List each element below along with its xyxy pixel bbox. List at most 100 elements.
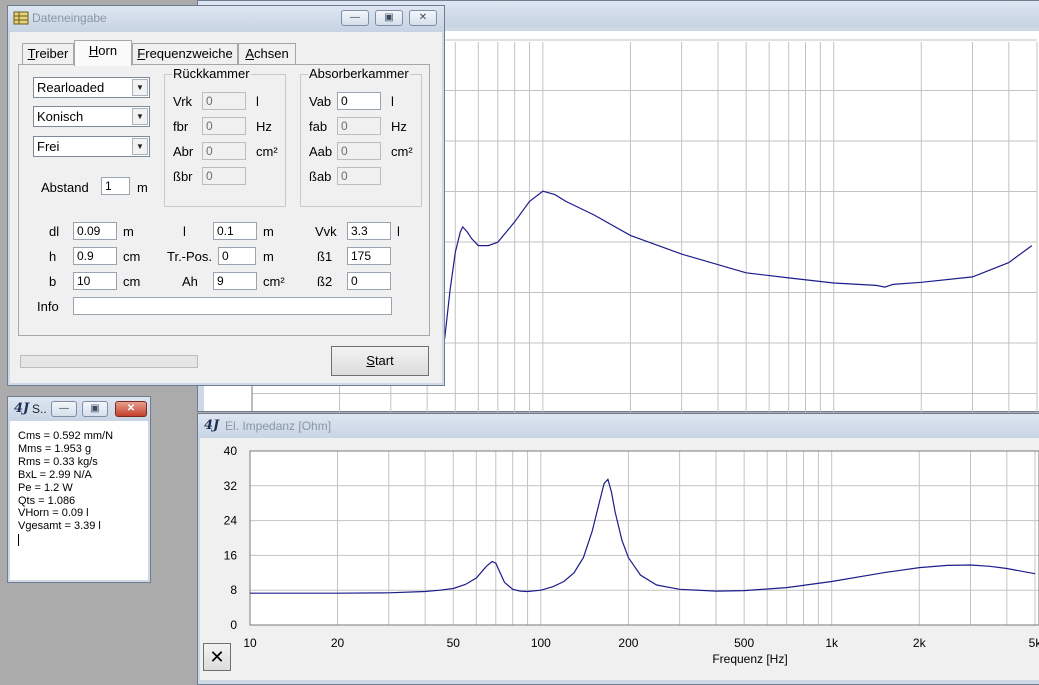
h-label: h <box>49 249 57 264</box>
plot-background <box>250 451 1039 625</box>
info-input[interactable] <box>73 297 392 315</box>
ah-unit: cm² <box>263 274 285 289</box>
x-tick-label: 1k <box>825 636 839 650</box>
h-input[interactable]: 0.9 <box>73 247 117 265</box>
l-label: l <box>183 224 186 239</box>
horn-shape-select[interactable]: Konisch ▼ <box>33 106 150 127</box>
aab-input[interactable]: 0 <box>337 142 381 160</box>
minimize-icon: — <box>59 403 69 414</box>
y-tick-label: 24 <box>224 514 238 528</box>
y-tick-label: 16 <box>224 548 238 562</box>
dl-label: dl <box>49 224 60 239</box>
trpos-input[interactable]: 0 <box>218 247 256 265</box>
x-tick-label: 20 <box>331 636 345 650</box>
x-tick-label: 200 <box>618 636 638 650</box>
vab-unit: l <box>391 94 394 109</box>
group-title: Absorberkammer <box>308 66 410 81</box>
vrk-label: Vrk <box>173 94 193 109</box>
start-button[interactable]: Start <box>331 346 429 376</box>
vab-label: Vab <box>309 94 332 109</box>
info-label: Info <box>37 299 59 314</box>
bab-input[interactable]: 0 <box>337 167 381 185</box>
info-line: Pe = 1.2 W <box>18 481 73 494</box>
dl-input[interactable]: 0.09 <box>73 222 117 240</box>
x-tick-label: 2k <box>913 636 927 650</box>
fab-label: fab <box>309 119 328 134</box>
tab-label: requenzweiche <box>145 46 233 61</box>
l-unit: m <box>263 224 274 239</box>
b-unit: cm <box>123 274 141 289</box>
tab-frequenzweiche[interactable]: Frequenzweiche <box>132 43 238 65</box>
l-input[interactable]: 0.1 <box>213 222 257 240</box>
minimize-button[interactable]: — <box>341 10 369 26</box>
text-cursor[interactable] <box>18 534 19 547</box>
dialog-client: Treiber Horn Frequenzweiche Achsen Rearl… <box>10 32 442 383</box>
y-tick-label: 0 <box>230 618 237 632</box>
ah-input[interactable]: 9 <box>213 272 257 290</box>
tab-treiber[interactable]: Treiber <box>22 43 74 65</box>
fbr-label: fbr <box>173 119 189 134</box>
info-line: Rms = 0.33 kg/s <box>18 455 98 468</box>
dateneingabe-dialog: Dateneingabe — ▣ ✕ Treiber Horn Frequenz… <box>7 5 445 386</box>
driver-info-text: Cms = 0.592 mm/N Mms = 1.953 g Rms = 0.3… <box>10 421 148 580</box>
chevron-down-icon: ▼ <box>132 138 148 155</box>
beta1-label: ß1 <box>317 249 333 264</box>
abstand-label: Abstand <box>41 180 89 195</box>
minimize-button[interactable]: — <box>51 401 77 417</box>
x-axis-label: Frequenz [Hz] <box>712 652 787 666</box>
fbr-input[interactable]: 0 <box>202 117 246 135</box>
info-line: Cms = 0.592 mm/N <box>18 430 114 442</box>
info-line: Vgesamt = 3.39 l <box>18 520 101 533</box>
tab-label: reiber <box>35 46 69 61</box>
vrk-input[interactable]: 0 <box>202 92 246 110</box>
maximize-icon: ▣ <box>90 403 100 414</box>
chevron-down-icon: ▼ <box>132 79 148 96</box>
ah-label: Ah <box>182 274 198 289</box>
vrk-unit: l <box>256 94 259 109</box>
trpos-label: Tr.-Pos. <box>167 249 213 264</box>
x-tick-label: 5k <box>1029 636 1039 650</box>
close-button[interactable]: ✕ <box>409 10 437 26</box>
combo-value: Frei <box>37 139 60 154</box>
tab-label: chsen <box>253 46 289 61</box>
beta1-input[interactable]: 175 <box>347 247 391 265</box>
chevron-down-icon: ▼ <box>132 108 148 125</box>
horn-load-select[interactable]: Rearloaded ▼ <box>33 77 150 98</box>
beta2-input[interactable]: 0 <box>347 272 391 290</box>
maximize-icon: ▣ <box>384 12 394 23</box>
start-mnemonic: S <box>366 353 375 368</box>
tab-horn[interactable]: Horn <box>74 40 132 66</box>
maximize-button[interactable]: ▣ <box>82 401 108 417</box>
tab-achsen[interactable]: Achsen <box>238 43 296 65</box>
info-line: Mms = 1.953 g <box>18 442 92 455</box>
bbr-input[interactable]: 0 <box>202 167 246 185</box>
info-line: VHorn = 0.09 l <box>18 507 89 520</box>
driver-info-window: 4J S.. — ▣ ✕ Cms = 0.592 mm/N Mms = 1.95… <box>7 396 151 583</box>
maximize-button[interactable]: ▣ <box>375 10 403 26</box>
close-icon: ✕ <box>418 12 428 23</box>
combo-value: Konisch <box>37 109 84 124</box>
abstand-input[interactable]: 1 <box>101 177 130 195</box>
close-button[interactable]: ✕ <box>115 401 147 417</box>
tab-mnemonic: A <box>245 46 254 61</box>
dialog-app-icon <box>13 11 29 25</box>
close-icon: ✕ <box>126 403 136 414</box>
trpos-unit: m <box>263 249 274 264</box>
vvk-input[interactable]: 3.3 <box>347 222 391 240</box>
fbr-unit: Hz <box>256 119 272 134</box>
progress-bar <box>20 355 198 368</box>
tab-label: orn <box>98 43 118 58</box>
b-input[interactable]: 10 <box>73 272 117 290</box>
y-tick-label: 40 <box>224 444 238 458</box>
space-select[interactable]: Frei ▼ <box>33 136 150 157</box>
fab-input[interactable]: 0 <box>337 117 381 135</box>
b-label: b <box>49 274 57 289</box>
x-tick-label: 100 <box>531 636 551 650</box>
aab-label: Aab <box>309 144 333 159</box>
abr-input[interactable]: 0 <box>202 142 246 160</box>
bbr-label: ßbr <box>173 169 193 184</box>
vab-input[interactable]: 0 <box>337 92 381 110</box>
vvk-label: Vvk <box>315 224 337 239</box>
info-line: BxL = 2.99 N/A <box>18 468 92 481</box>
beta2-label: ß2 <box>317 274 333 289</box>
